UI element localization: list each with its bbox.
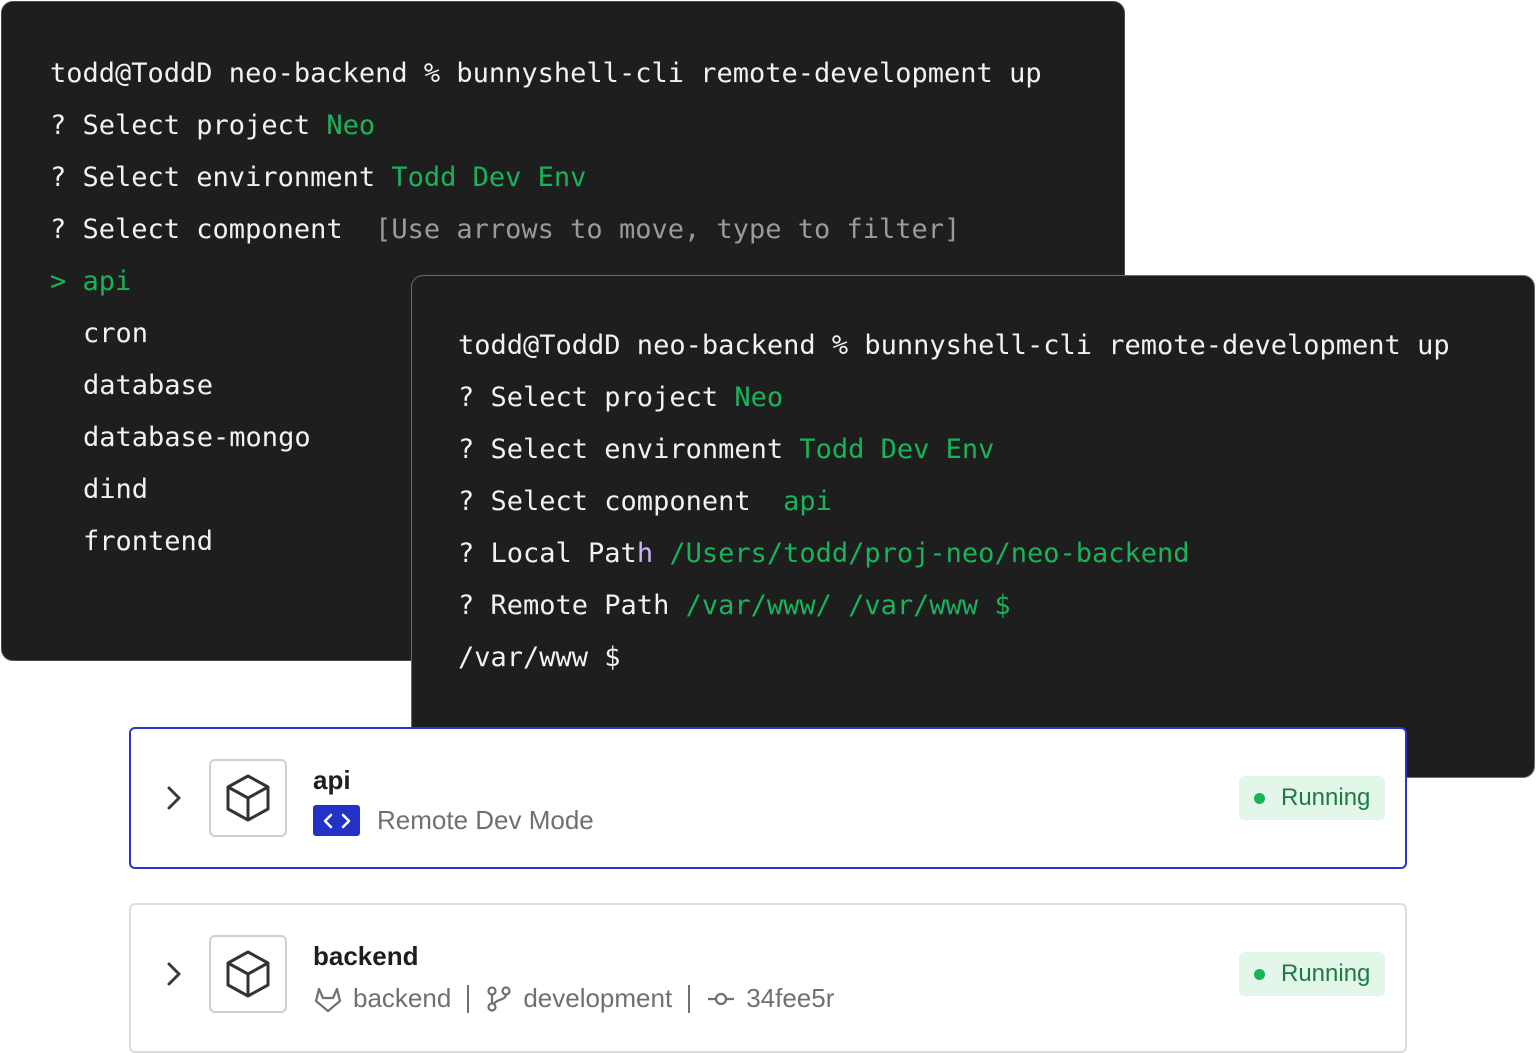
- select-component-label: ? Select component: [458, 486, 784, 517]
- select-project-value: Neo: [326, 110, 376, 141]
- cube-icon: [209, 759, 287, 837]
- component-meta: backend development 34fee5r: [313, 983, 834, 1014]
- branch-label[interactable]: development: [523, 983, 672, 1014]
- component-option[interactable]: cron: [83, 318, 148, 350]
- select-project-label: ? Select project: [458, 382, 735, 413]
- local-path-label-cursor: h: [636, 538, 654, 569]
- local-path-label: ? Local Pat: [458, 538, 637, 569]
- select-component-label: ? Select component: [50, 214, 376, 245]
- prompt-text: todd@ToddD neo-backend % bunnyshell-cli …: [458, 330, 1450, 361]
- select-component-line: ? Select component api: [458, 486, 832, 518]
- divider: [688, 984, 691, 1013]
- git-branch-icon: [485, 985, 513, 1013]
- local-path-line: ? Local Path /Users/todd/proj-neo/neo-ba…: [458, 538, 1190, 570]
- remote-path-label: ? Remote Path: [458, 590, 686, 621]
- select-environment-line: ? Select environment Todd Dev Env: [458, 434, 994, 466]
- terminal-window-front: todd@ToddD neo-backend % bunnyshell-cli …: [411, 275, 1535, 778]
- component-option-label: api: [82, 266, 132, 297]
- component-name: backend: [313, 941, 419, 971]
- status-text: Running: [1281, 960, 1371, 987]
- select-environment-value: Todd Dev Env: [799, 434, 995, 465]
- chevron-right-icon[interactable]: [161, 961, 187, 987]
- component-mode: Remote Dev Mode: [313, 805, 594, 836]
- selection-cursor: >: [50, 266, 83, 297]
- component-card-api[interactable]: api Remote Dev Mode Running: [129, 727, 1407, 869]
- repo-label[interactable]: backend: [353, 983, 451, 1014]
- select-component-hint: [Use arrows to move, type to filter]: [375, 214, 961, 245]
- status-badge: Running: [1239, 776, 1385, 820]
- select-project-label: ? Select project: [50, 110, 327, 141]
- status-dot: [1254, 968, 1265, 980]
- component-option[interactable]: frontend: [83, 526, 213, 558]
- code-brackets-icon: [313, 805, 360, 836]
- select-environment-label: ? Select environment: [458, 434, 800, 465]
- prompt-text: todd@ToddD neo-backend % bunnyshell-cli …: [50, 58, 1042, 89]
- component-card-backend[interactable]: backend backend development 34fee5r Runn…: [129, 903, 1407, 1053]
- git-commit-icon: [706, 985, 736, 1013]
- cube-icon: [209, 935, 287, 1013]
- divider: [467, 984, 470, 1013]
- mode-label: Remote Dev Mode: [377, 805, 594, 835]
- select-component-line: ? Select component [Use arrows to move, …: [50, 214, 960, 246]
- chevron-right-icon[interactable]: [161, 785, 187, 811]
- status-dot: [1254, 792, 1265, 804]
- component-option[interactable]: database-mongo: [83, 422, 311, 454]
- terminal-prompt: todd@ToddD neo-backend % bunnyshell-cli …: [458, 330, 1450, 362]
- status-badge: Running: [1239, 952, 1385, 996]
- select-project-line: ? Select project Neo: [50, 110, 375, 142]
- select-component-value: api: [783, 486, 832, 517]
- local-path-value: /Users/todd/proj-neo/neo-backend: [653, 538, 1190, 569]
- component-name: api: [313, 765, 351, 795]
- select-environment-label: ? Select environment: [50, 162, 392, 193]
- commit-hash[interactable]: 34fee5r: [746, 983, 834, 1014]
- shell-prompt-line: /var/www $: [458, 642, 621, 673]
- select-environment-value: Todd Dev Env: [391, 162, 587, 193]
- select-project-line: ? Select project Neo: [458, 382, 783, 414]
- component-option-selected[interactable]: > api: [50, 266, 131, 298]
- component-option[interactable]: dind: [83, 474, 148, 506]
- remote-path-value: /var/www/ /var/www $: [685, 590, 1011, 621]
- select-environment-line: ? Select environment Todd Dev Env: [50, 162, 586, 194]
- status-text: Running: [1281, 784, 1371, 811]
- gitlab-icon: [313, 985, 343, 1013]
- terminal-prompt: todd@ToddD neo-backend % bunnyshell-cli …: [50, 58, 1042, 90]
- component-option[interactable]: database: [83, 370, 213, 402]
- remote-path-line: ? Remote Path /var/www/ /var/www $: [458, 590, 1011, 622]
- select-project-value: Neo: [734, 382, 784, 413]
